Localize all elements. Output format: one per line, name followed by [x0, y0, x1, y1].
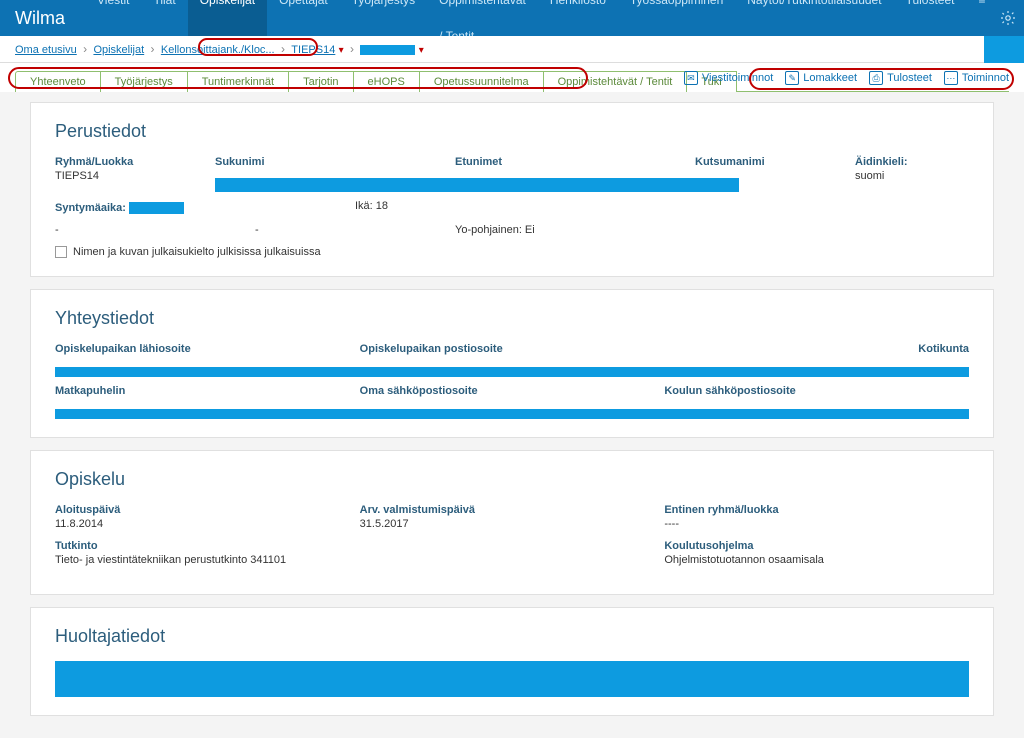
huoltajatiedot-redacted — [55, 661, 969, 697]
ryhma-value: TIEPS14 — [55, 170, 215, 182]
action-lomakkeet[interactable]: ✎ Lomakkeet — [785, 71, 857, 85]
aloituspaiva-label: Aloituspäivä — [55, 504, 360, 516]
syntymaaika-label: Syntymäaika: — [55, 202, 126, 214]
breadcrumb-home[interactable]: Oma etusivu — [15, 44, 77, 56]
mail-icon: ✉ — [684, 71, 698, 85]
dash2: - — [255, 224, 455, 236]
julkaisukielto-label: Nimen ja kuvan julkaisukielto julkisissa… — [73, 246, 321, 258]
oma-sahkoposti-label: Oma sähköpostiosoite — [360, 385, 665, 397]
sukunimi-label: Sukunimi — [215, 156, 455, 168]
settings-icon[interactable] — [998, 8, 1018, 28]
aidinkieli-label: Äidinkieli: — [855, 156, 975, 168]
aidinkieli-value: suomi — [855, 170, 975, 182]
aloituspaiva-value: 11.8.2014 — [55, 518, 360, 530]
top-navigation: Wilma Viestit Tilat Opiskelijat Opettaja… — [0, 0, 1024, 36]
koulun-sahkoposti-label: Koulun sähköpostiosoite — [664, 385, 969, 397]
tab-tuntimerkinnat[interactable]: Tuntimerkinnät — [187, 71, 289, 92]
tab-oppimistehtavat[interactable]: Oppimistehtävät / Tentit — [543, 71, 688, 92]
breadcrumb: Oma etusivu › Opiskelijat › Kellonsoitta… — [0, 36, 1024, 63]
huoltajatiedot-card: Huoltajatiedot — [30, 607, 994, 716]
breadcrumb-school[interactable]: Kellonsoittajank./Kloc... — [161, 44, 275, 56]
tab-tyojarjestys[interactable]: Työjärjestys — [100, 71, 188, 92]
yhteystiedot-title: Yhteystiedot — [55, 308, 969, 329]
opiskelu-title: Opiskelu — [55, 469, 969, 490]
action-viestitoiminnot[interactable]: ✉ Viestitoiminnot — [684, 71, 773, 85]
julkaisukielto-checkbox[interactable] — [55, 246, 67, 258]
page-actions: ✉ Viestitoiminnot ✎ Lomakkeet ⎙ Tulostee… — [684, 71, 1009, 85]
breadcrumb-opiskelijat[interactable]: Opiskelijat — [93, 44, 144, 56]
tutkinto-label: Tutkinto — [55, 540, 664, 552]
postiosoite-label: Opiskelupaikan postiosoite — [360, 343, 665, 355]
koulutusohjelma-value: Ohjelmistotuotannon osaamisala — [664, 554, 969, 566]
yhteystiedot-card: Yhteystiedot Opiskelupaikan lähiosoite O… — [30, 289, 994, 438]
perustiedot-title: Perustiedot — [55, 121, 969, 142]
ryhma-label: Ryhmä/Luokka — [55, 156, 215, 168]
subtabs-row: Yhteenveto Työjärjestys Tuntimerkinnät T… — [0, 63, 1024, 92]
huoltajatiedot-title: Huoltajatiedot — [55, 626, 969, 647]
ika-value: Ikä: 18 — [355, 200, 388, 214]
syntymaaika-redacted — [129, 202, 184, 214]
yhteys-redacted — [55, 409, 969, 419]
tab-tarjotin[interactable]: Tarjotin — [288, 71, 353, 92]
opiskelu-card: Opiskelu Aloituspäivä 11.8.2014 Arv. val… — [30, 450, 994, 595]
tab-yhteenveto[interactable]: Yhteenveto — [15, 71, 101, 92]
lahiosoite-label: Opiskelupaikan lähiosoite — [55, 343, 360, 355]
yo-pohjainen: Yo-pohjainen: Ei — [455, 224, 535, 236]
tutkinto-value: Tieto- ja viestintätekniikan perustutkin… — [55, 554, 664, 566]
action-toiminnot[interactable]: ⋯ Toiminnot — [944, 71, 1009, 85]
osoite-redacted — [55, 367, 969, 377]
action-tulosteet[interactable]: ⎙ Tulosteet — [869, 71, 932, 85]
entinen-ryhma-label: Entinen ryhmä/luokka — [664, 504, 969, 516]
breadcrumb-group[interactable]: TIEPS14 — [291, 44, 335, 56]
dash1: - — [55, 224, 255, 236]
app-logo[interactable]: Wilma — [15, 8, 65, 29]
entinen-ryhma-value: ---- — [664, 518, 969, 530]
koulutusohjelma-label: Koulutusohjelma — [664, 540, 969, 552]
chevron-down-icon[interactable]: ▾ — [339, 45, 344, 56]
chevron-down-icon[interactable]: ▾ — [419, 45, 424, 56]
tab-ehops[interactable]: eHOPS — [353, 71, 420, 92]
arv-valm-value: 31.5.2017 — [360, 518, 665, 530]
breadcrumb-student-redacted[interactable] — [360, 45, 415, 55]
kutsumanimi-label: Kutsumanimi — [695, 156, 855, 168]
kotikunta-label: Kotikunta — [664, 343, 969, 355]
perustiedot-card: Perustiedot Ryhmä/Luokka TIEPS14 Sukunim… — [30, 102, 994, 277]
arv-valm-label: Arv. valmistumispäivä — [360, 504, 665, 516]
matkapuhelin-label: Matkapuhelin — [55, 385, 360, 397]
etunimet-label: Etunimet — [455, 156, 695, 168]
print-icon: ⎙ — [869, 71, 883, 85]
actions-icon: ⋯ — [944, 71, 958, 85]
form-icon: ✎ — [785, 71, 799, 85]
tab-opetussuunnitelma[interactable]: Opetussuunnitelma — [419, 71, 544, 92]
